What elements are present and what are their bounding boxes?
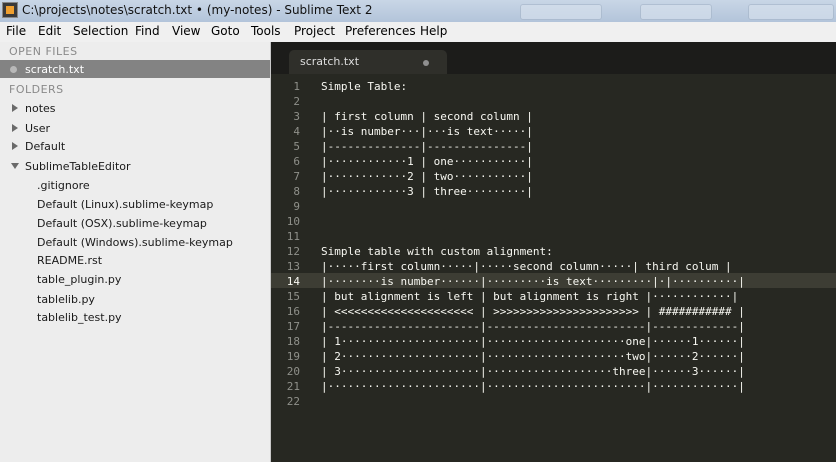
open-file-dot-icon: [10, 66, 17, 73]
line-number: 15: [286, 290, 300, 303]
line-number: 7: [293, 170, 300, 183]
line-number: 20: [286, 365, 300, 378]
line-number: 19: [286, 350, 300, 363]
code-line[interactable]: |············3 | three·········|: [321, 184, 533, 199]
line-number: 10: [286, 215, 300, 228]
tab-scratch-txt[interactable]: scratch.txt: [289, 50, 447, 74]
open-files-header: OPEN FILES: [9, 45, 78, 58]
line-number: 4: [293, 125, 300, 138]
unsaved-dot-icon[interactable]: [423, 60, 429, 66]
menu-selection[interactable]: Selection: [73, 24, 128, 38]
title-bar: C:\projects\notes\scratch.txt • (my-note…: [0, 0, 836, 22]
chevron-right-icon: [12, 124, 18, 132]
background-window-tab: [640, 4, 712, 20]
folder-label: notes: [25, 102, 56, 115]
line-number: 17: [286, 320, 300, 333]
code-line[interactable]: | <<<<<<<<<<<<<<<<<<<<< | >>>>>>>>>>>>>>…: [321, 304, 745, 319]
code-line[interactable]: | first column | second column |: [321, 109, 533, 124]
code-line[interactable]: |········is number······|·········is tex…: [321, 274, 745, 289]
file-label: Default (OSX).sublime-keymap: [37, 217, 207, 230]
chevron-right-icon: [12, 142, 18, 150]
menu-preferences[interactable]: Preferences: [345, 24, 416, 38]
folders-header: FOLDERS: [9, 83, 64, 96]
sidebar-file[interactable]: tablelib.py: [0, 290, 270, 308]
tab-label: scratch.txt: [300, 55, 360, 68]
sidebar-file[interactable]: Default (OSX).sublime-keymap: [0, 214, 270, 232]
sidebar-file[interactable]: Default (Linux).sublime-keymap: [0, 195, 270, 213]
file-label: tablelib.py: [37, 293, 95, 306]
line-number: 6: [293, 155, 300, 168]
line-number: 1: [293, 80, 300, 93]
line-number: 3: [293, 110, 300, 123]
line-number: 11: [286, 230, 300, 243]
open-file-label: scratch.txt: [25, 63, 85, 76]
sidebar-file[interactable]: README.rst: [0, 251, 270, 269]
code-line[interactable]: |-----------------------|---------------…: [321, 319, 745, 334]
folder-label: SublimeTableEditor: [25, 160, 131, 173]
menu-file[interactable]: File: [6, 24, 26, 38]
line-number: 9: [293, 200, 300, 213]
line-number: 22: [286, 395, 300, 408]
line-number: 21: [286, 380, 300, 393]
code-line[interactable]: | 3·····················|···············…: [321, 364, 745, 379]
code-line[interactable]: Simple Table:: [321, 79, 407, 94]
menu-edit[interactable]: Edit: [38, 24, 61, 38]
sidebar-file[interactable]: .gitignore: [0, 176, 270, 194]
menu-bar: File Edit Selection Find View Goto Tools…: [0, 22, 836, 43]
code-line[interactable]: |··is number···|···is text·····|: [321, 124, 533, 139]
sidebar-folder-sublimetableeditor[interactable]: SublimeTableEditor: [0, 157, 270, 175]
code-line[interactable]: | 1·····················|···············…: [321, 334, 745, 349]
open-file-item[interactable]: scratch.txt: [0, 60, 270, 78]
sidebar-folder-user[interactable]: User: [0, 119, 270, 137]
code-line[interactable]: |·······················|···············…: [321, 379, 745, 394]
code-line[interactable]: |·····first column·····|·····second colu…: [321, 259, 732, 274]
sidebar-folder-default[interactable]: Default: [0, 137, 270, 155]
line-number: 16: [286, 305, 300, 318]
sidebar-folder-notes[interactable]: notes: [0, 99, 270, 117]
chevron-down-icon: [11, 163, 19, 169]
line-number: 18: [286, 335, 300, 348]
tab-bar: scratch.txt: [271, 42, 836, 74]
sidebar-file[interactable]: Default (Windows).sublime-keymap: [0, 233, 270, 251]
line-number: 14: [286, 275, 300, 288]
menu-find[interactable]: Find: [135, 24, 160, 38]
chevron-right-icon: [12, 104, 18, 112]
sublime-app-icon: [2, 2, 18, 18]
code-line[interactable]: | 2·····················|···············…: [321, 349, 745, 364]
sidebar-file[interactable]: table_plugin.py: [0, 270, 270, 288]
line-number: 8: [293, 185, 300, 198]
menu-help[interactable]: Help: [420, 24, 447, 38]
sidebar-file[interactable]: tablelib_test.py: [0, 308, 270, 326]
folder-label: User: [25, 122, 51, 135]
code-line[interactable]: Simple table with custom alignment:: [321, 244, 553, 259]
line-number: 2: [293, 95, 300, 108]
file-label: table_plugin.py: [37, 273, 122, 286]
code-line[interactable]: |············2 | two···········|: [321, 169, 533, 184]
file-label: Default (Windows).sublime-keymap: [37, 236, 233, 249]
editor[interactable]: 1 Simple Table: 2 3 | first column | sec…: [271, 74, 836, 462]
code-line[interactable]: | but alignment is left | but alignment …: [321, 289, 738, 304]
code-line[interactable]: |--------------|---------------|: [321, 139, 533, 154]
code-line[interactable]: |············1 | one···········|: [321, 154, 533, 169]
window-title: C:\projects\notes\scratch.txt • (my-note…: [22, 3, 373, 17]
menu-project[interactable]: Project: [294, 24, 335, 38]
file-label: tablelib_test.py: [37, 311, 122, 324]
background-window-tab: [748, 4, 834, 20]
menu-goto[interactable]: Goto: [211, 24, 240, 38]
file-label: README.rst: [37, 254, 103, 267]
file-label: .gitignore: [37, 179, 90, 192]
line-number: 12: [286, 245, 300, 258]
menu-tools[interactable]: Tools: [251, 24, 281, 38]
line-number: 5: [293, 140, 300, 153]
menu-view[interactable]: View: [172, 24, 200, 38]
line-number: 13: [286, 260, 300, 273]
sidebar: OPEN FILES scratch.txt FOLDERS notes Use…: [0, 42, 271, 462]
folder-label: Default: [25, 140, 66, 153]
background-window-tab: [520, 4, 602, 20]
file-label: Default (Linux).sublime-keymap: [37, 198, 214, 211]
